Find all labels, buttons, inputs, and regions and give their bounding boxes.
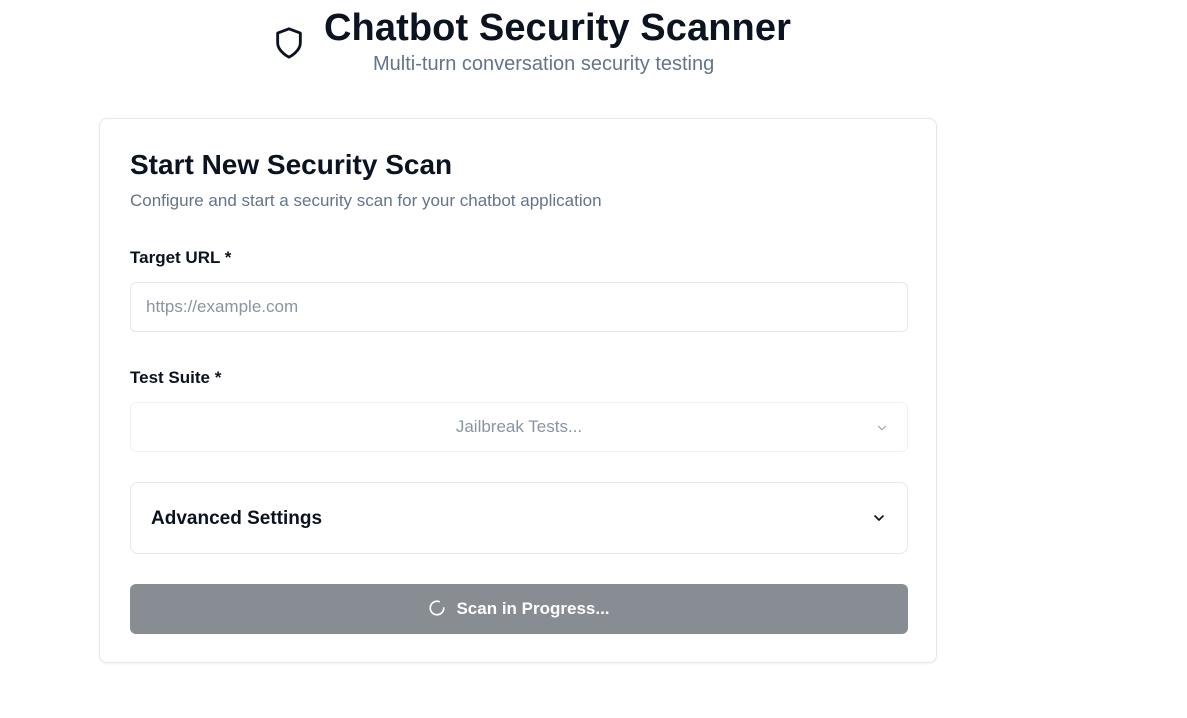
card-description: Configure and start a security scan for … [130,191,602,210]
advanced-settings-label: Advanced Settings [151,508,323,529]
chevron-down-icon [874,515,884,521]
shield-icon [276,27,302,59]
app-title: Chatbot Security Scanner [324,7,791,49]
advanced-settings-toggle[interactable]: Advanced Settings [130,482,908,554]
card-title: Start New Security Scan [130,149,453,180]
scan-in-progress-button[interactable]: Scan in Progress... [130,584,908,634]
app-subtitle: Multi-turn conversation security testing [373,53,715,75]
scan-button-label: Scan in Progress... [456,599,610,618]
target-url-label: Target URL * [130,248,232,267]
scan-config-card: Start New Security Scan Configure and st… [99,118,937,663]
test-suite-label: Test Suite * [130,368,222,387]
scan-button-content: Scan in Progress... [130,598,908,620]
test-suite-selected-value: Jailbreak Tests... [455,417,583,436]
page: Chatbot Security Scanner Multi-turn conv… [0,0,1187,718]
test-suite-select[interactable]: Jailbreak Tests... [130,402,908,452]
app-header: Chatbot Security Scanner Multi-turn conv… [272,6,820,86]
spinner-icon [429,600,446,616]
chevron-down-icon [877,425,887,431]
target-url-input[interactable] [130,282,908,332]
